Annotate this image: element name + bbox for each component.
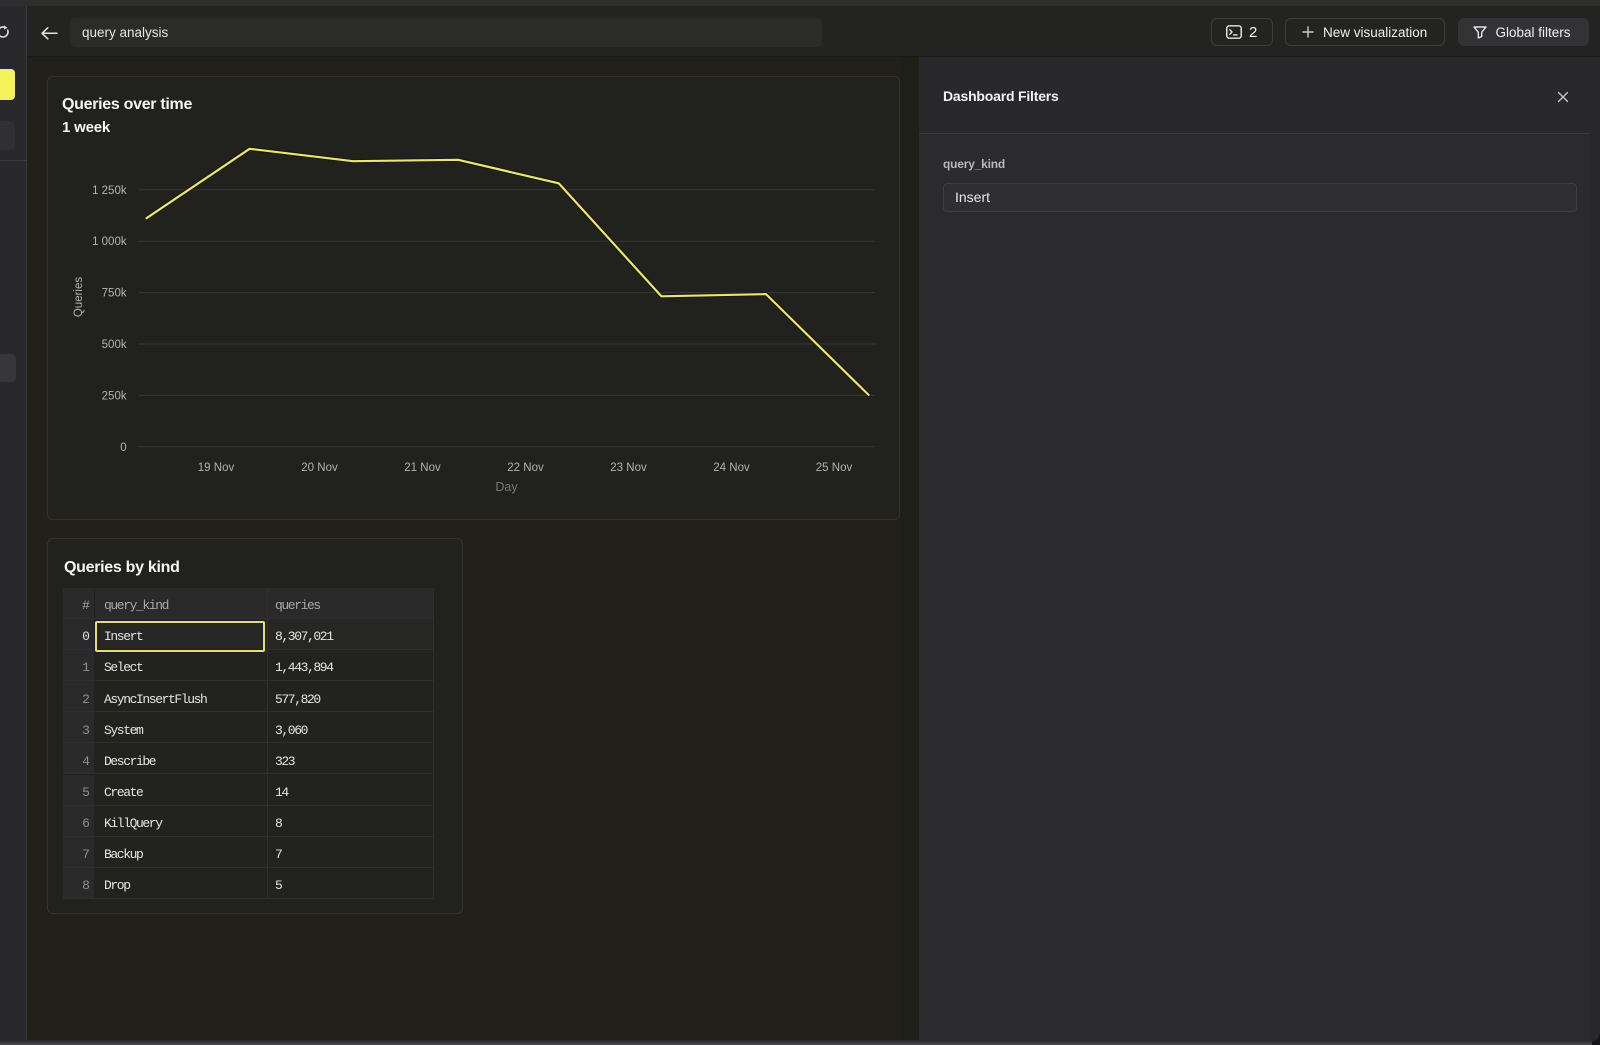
svg-text:19 Nov: 19 Nov	[198, 462, 235, 474]
svg-text:750k: 750k	[102, 288, 127, 300]
svg-text:500k: 500k	[102, 339, 127, 351]
svg-text:Day: Day	[495, 480, 518, 494]
svg-text:24 Nov: 24 Nov	[713, 462, 750, 474]
svg-text:0: 0	[120, 442, 126, 454]
svg-text:25 Nov: 25 Nov	[816, 462, 853, 474]
svg-text:1 250k: 1 250k	[92, 185, 127, 197]
svg-text:250k: 250k	[102, 390, 127, 402]
svg-text:22 Nov: 22 Nov	[507, 462, 544, 474]
svg-text:21 Nov: 21 Nov	[404, 462, 441, 474]
svg-text:20 Nov: 20 Nov	[301, 462, 338, 474]
svg-text:1 000k: 1 000k	[92, 236, 127, 248]
svg-text:Queries: Queries	[73, 277, 85, 318]
svg-text:23 Nov: 23 Nov	[610, 462, 647, 474]
